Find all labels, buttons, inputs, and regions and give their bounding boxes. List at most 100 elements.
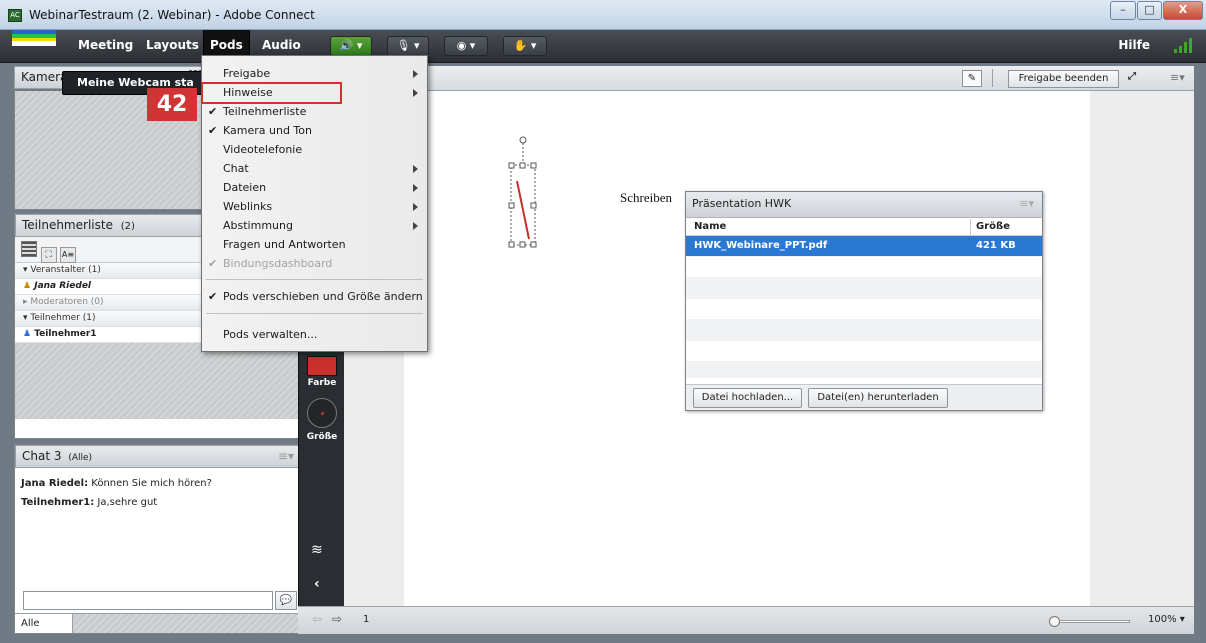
chat-footer-area	[73, 613, 303, 633]
zoom-slider-thumb[interactable]	[1049, 616, 1060, 627]
minimize-button[interactable]: –	[1110, 1, 1136, 20]
checkmark-icon: ✔	[208, 257, 218, 270]
grid-view-icon[interactable]: ⛶	[40, 247, 57, 263]
empty-file-row	[686, 362, 1042, 378]
chat-scope: (Alle)	[68, 453, 93, 463]
chat-message-input[interactable]	[23, 591, 273, 610]
share-pod-header: ✎ Freigabe beenden ⤢ ≡▾	[344, 66, 1194, 91]
file-row[interactable]: HWK_Webinare_PPT.pdf 421 KB	[686, 236, 1042, 257]
adobe-connect-logo-icon	[12, 30, 56, 46]
chat-author: Jana Riedel:	[21, 478, 89, 489]
menu-item-teilnehmerliste[interactable]: ✔ Teilnehmerliste	[202, 103, 427, 122]
zoom-level-label[interactable]: 100% ▾	[1148, 614, 1185, 625]
submenu-arrow-icon	[413, 222, 418, 230]
column-name[interactable]: Name	[694, 218, 726, 235]
connection-signal-icon	[1174, 38, 1196, 53]
chat-recipient-selector[interactable]: Alle	[15, 613, 73, 633]
menu-item-weblinks[interactable]: Weblinks	[202, 198, 427, 217]
empty-file-row	[686, 278, 1042, 299]
menu-help[interactable]: Hilfe	[1118, 30, 1150, 61]
color-swatch[interactable]	[307, 356, 337, 376]
window-titlebar: AC WebinarTestraum (2. Webinar) - Adobe …	[0, 0, 1206, 30]
menu-item-label: Videotelefonie	[223, 143, 303, 156]
raise-hand-button[interactable]: ✋ ▾	[503, 36, 547, 56]
menu-layouts[interactable]: Layouts	[140, 30, 205, 63]
menu-item-fragen-und-antworten[interactable]: Fragen und Antworten	[202, 236, 427, 255]
layers-icon[interactable]: ≋	[311, 542, 323, 558]
stage-margin-right	[1090, 91, 1194, 606]
menu-item-label: Abstimmung	[223, 219, 293, 232]
webcam-icon: ◉ ▾	[456, 39, 476, 52]
maximize-button[interactable]: □	[1137, 1, 1162, 20]
chat-author: Teilnehmer1:	[21, 497, 95, 508]
stop-sharing-button[interactable]: Freigabe beenden	[1008, 70, 1119, 88]
menu-separator	[206, 279, 423, 280]
menu-item-label: Bindungsdashboard	[223, 257, 333, 270]
pod-options-icon[interactable]: ≡▾	[278, 446, 294, 467]
draw-toggle-icon[interactable]: ✎	[962, 70, 982, 87]
menu-item-dateien[interactable]: Dateien	[202, 179, 427, 198]
column-size[interactable]: Größe	[976, 218, 1010, 235]
menu-item-abstimmung[interactable]: Abstimmung	[202, 217, 427, 236]
speaker-toggle-button[interactable]: 🔊 ▾	[330, 36, 372, 56]
menu-item-kamera-und-ton[interactable]: ✔ Kamera und Ton	[202, 122, 427, 141]
webcam-toggle-button[interactable]: ◉ ▾	[444, 36, 488, 56]
empty-file-row	[686, 299, 1042, 320]
chat-title: Chat 3	[22, 449, 62, 463]
zoom-slider-track[interactable]	[1050, 620, 1130, 623]
upload-file-button[interactable]: Datei hochladen...	[693, 388, 802, 408]
sort-icon[interactable]: A≡	[60, 247, 76, 263]
microphone-icon: 🎙 ▾	[396, 39, 420, 52]
empty-file-row	[686, 341, 1042, 362]
menu-item-label: Fragen und Antworten	[223, 238, 346, 251]
microphone-toggle-button[interactable]: 🎙 ▾	[387, 36, 429, 56]
submenu-arrow-icon	[413, 89, 418, 97]
main-menubar: Meeting Layouts Pods Audio 🔊 ▾ 🎙 ▾ ◉ ▾ ✋…	[0, 30, 1206, 63]
group-label: Moderatoren (0)	[30, 297, 104, 307]
adobe-connect-app-icon: AC	[8, 9, 22, 22]
next-page-icon[interactable]: ⇨	[332, 612, 342, 626]
file-table-header: Name Größe	[686, 218, 1042, 236]
page-number[interactable]: 1	[363, 614, 369, 625]
menu-item-pods-verwalten[interactable]: Pods verwalten...	[202, 326, 427, 345]
brush-size-control[interactable]	[307, 398, 337, 428]
submenu-arrow-icon	[413, 70, 418, 78]
menu-item-pods-verschieben[interactable]: ✔ Pods verschieben und Größe ändern	[202, 288, 427, 307]
checkmark-icon: ✔	[208, 105, 218, 118]
menu-item-label: Pods verschieben und Größe ändern	[223, 290, 423, 303]
file-size: 421 KB	[976, 240, 1016, 251]
window-title: WebinarTestraum (2. Webinar) - Adobe Con…	[29, 8, 315, 22]
chat-pod: Chat 3 (Alle) ≡▾ Jana Riedel: Können Sie…	[14, 444, 304, 634]
drawn-line-shape[interactable]	[505, 135, 545, 255]
attendee-name: Jana Riedel	[34, 281, 92, 291]
fullscreen-icon[interactable]: ⤢	[1128, 71, 1136, 82]
previous-page-icon[interactable]: ⇦	[312, 612, 322, 626]
collapse-tools-icon[interactable]: ‹	[314, 576, 320, 592]
pod-options-icon[interactable]: ≡▾	[1019, 192, 1034, 216]
color-label: Farbe	[307, 378, 337, 388]
download-files-button[interactable]: Datei(en) herunterladen	[808, 388, 948, 408]
send-message-button[interactable]: 💬	[275, 591, 297, 610]
menu-separator	[206, 313, 423, 314]
chat-text: Können Sie mich hören?	[88, 478, 212, 489]
list-view-icon[interactable]	[21, 241, 37, 257]
menu-item-videotelefonie[interactable]: Videotelefonie	[202, 141, 427, 160]
pod-options-icon[interactable]: ≡▾	[1170, 71, 1185, 84]
close-button[interactable]: X	[1163, 1, 1203, 20]
menu-item-label: Teilnehmerliste	[223, 105, 307, 118]
group-label: Teilnehmer (1)	[30, 313, 96, 323]
canvas-text-label[interactable]: Schreiben	[620, 190, 672, 206]
presentation-pod-title: Präsentation HWK	[692, 197, 792, 210]
menu-item-chat[interactable]: Chat	[202, 160, 427, 179]
header-divider	[992, 69, 993, 87]
submenu-arrow-icon	[413, 165, 418, 173]
menu-item-label: Chat	[223, 162, 249, 175]
attendee-list-empty-area	[15, 343, 303, 419]
checkmark-icon: ✔	[208, 290, 218, 303]
menu-item-label: Dateien	[223, 181, 267, 194]
chat-text: Ja,sehre gut	[94, 497, 158, 508]
menu-meeting[interactable]: Meeting	[72, 30, 139, 63]
attendee-name: Teilnehmer1	[34, 329, 97, 339]
column-divider	[970, 219, 971, 236]
group-label: Veranstalter (1)	[30, 265, 101, 275]
